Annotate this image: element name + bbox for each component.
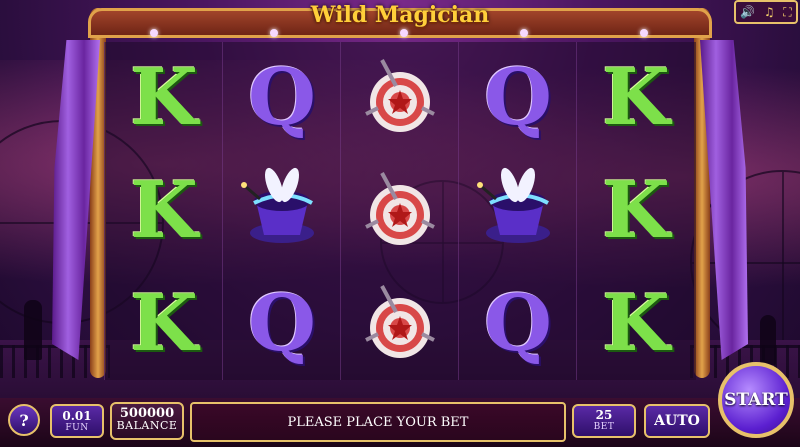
- settings-panel: 🔊 ♫ ⛶: [734, 0, 798, 24]
- auto-label: AUTO: [654, 413, 700, 429]
- fullscreen-icon[interactable]: ⛶: [783, 5, 791, 20]
- auto-button[interactable]: AUTO: [644, 404, 710, 438]
- dartboard-icon: [365, 172, 435, 245]
- reel-cell: Q: [459, 42, 577, 154]
- reel-cell: [341, 268, 459, 380]
- symbol-k: K: [130, 52, 198, 143]
- light-bulb: [520, 29, 528, 37]
- message-display: PLEASE PLACE YOUR BET: [190, 402, 566, 442]
- silhouette-person: [760, 315, 776, 365]
- symbol-q: Q: [248, 278, 316, 369]
- symbol-k: K: [602, 52, 670, 143]
- reel-cell: Q: [459, 268, 577, 380]
- magic-hat-icon: [241, 167, 314, 243]
- bet-button[interactable]: 25 BET: [572, 404, 636, 438]
- help-button[interactable]: ?: [8, 404, 40, 436]
- reel-cell: [341, 155, 459, 267]
- reel-4: Q Q: [458, 42, 577, 380]
- dartboard-icon: [365, 285, 435, 358]
- music-icon[interactable]: ♫: [764, 5, 775, 19]
- light-bulb: [270, 29, 278, 37]
- reel-1: K K K: [104, 42, 223, 380]
- reel-3: [340, 42, 459, 380]
- light-bulb: [640, 29, 648, 37]
- reel-cell: K: [105, 42, 223, 154]
- start-label: START: [724, 390, 788, 410]
- game-title: Wild Magician: [310, 2, 490, 28]
- reel-cell: [341, 42, 459, 154]
- symbol-k: K: [602, 165, 670, 256]
- symbol-q: Q: [484, 52, 552, 143]
- reel-2: Q Q: [222, 42, 341, 380]
- balance-display: 500000 BALANCE: [110, 402, 184, 440]
- light-bulb: [150, 29, 158, 37]
- coin-value-button[interactable]: 0.01 FUN: [50, 404, 104, 438]
- reel-cell: K: [577, 155, 695, 267]
- light-bulb: [400, 29, 408, 37]
- bet-label: BET: [593, 422, 615, 432]
- dartboard-icon: [365, 59, 435, 132]
- reel-5: K K K: [576, 42, 695, 380]
- reel-cell: [223, 155, 341, 267]
- magic-hat-icon: [477, 167, 550, 243]
- coin-label: FUN: [65, 423, 89, 433]
- reel-cell: K: [577, 268, 695, 380]
- symbol-k: K: [602, 278, 670, 369]
- reel-cell: K: [105, 155, 223, 267]
- reel-cell: K: [577, 42, 695, 154]
- reels-area: K K K Q Q Q Q K K K: [104, 42, 696, 380]
- start-button[interactable]: START: [718, 362, 794, 438]
- coin-value: 0.01: [62, 409, 92, 423]
- reel-cell: [459, 155, 577, 267]
- game-scene: Wild Magician K K K Q Q Q Q K K K: [0, 0, 800, 447]
- reel-cell: K: [105, 268, 223, 380]
- symbol-k: K: [130, 278, 198, 369]
- reel-cell: Q: [223, 268, 341, 380]
- symbol-q: Q: [484, 278, 552, 369]
- reel-cell: Q: [223, 42, 341, 154]
- silhouette-person: [24, 300, 42, 360]
- symbol-q: Q: [248, 52, 316, 143]
- balance-label: BALANCE: [116, 419, 178, 432]
- bet-value: 25: [595, 408, 613, 422]
- sound-icon[interactable]: 🔊: [740, 5, 755, 19]
- symbol-k: K: [130, 165, 198, 256]
